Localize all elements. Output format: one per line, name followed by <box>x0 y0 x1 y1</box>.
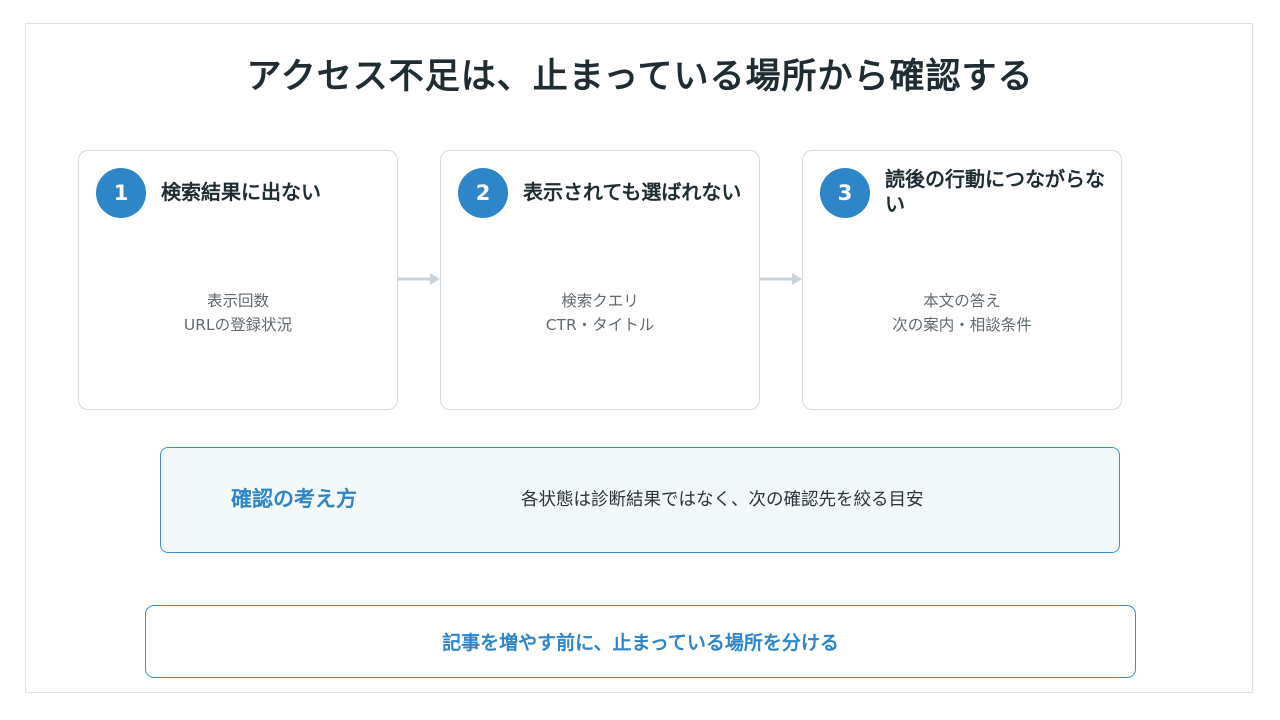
page-title: アクセス不足は、止まっている場所から確認する <box>246 57 1034 97</box>
step-description: 表示回数 URLの登録状況 <box>79 289 397 337</box>
note-box: 確認の考え方 各状態は診断結果ではなく、次の確認先を絞る目安 <box>160 447 1120 553</box>
arrow-right-icon <box>398 273 440 285</box>
step-detail-line: 検索クエリ <box>561 292 639 310</box>
step-detail-line: 次の案内・相談条件 <box>892 316 1032 334</box>
step-detail-line: 本文の答え <box>923 292 1001 310</box>
step-number-badge: 1 <box>96 168 146 218</box>
note-label: 確認の考え方 <box>231 487 357 511</box>
step-card-2: 2 表示されても選ばれない 検索クエリ CTR・タイトル <box>440 150 760 410</box>
arrow-right-icon <box>760 273 802 285</box>
note-text: 各状態は診断結果ではなく、次の確認先を絞る目安 <box>521 490 924 510</box>
step-title: 読後の行動につながらない <box>885 167 1105 216</box>
step-number-badge: 3 <box>820 168 870 218</box>
summary-text: 記事を増やす前に、止まっている場所を分ける <box>442 632 839 654</box>
step-detail-line: CTR・タイトル <box>545 316 655 334</box>
step-number-badge: 2 <box>458 168 508 218</box>
step-detail-line: 表示回数 <box>206 292 269 310</box>
step-description: 検索クエリ CTR・タイトル <box>441 289 759 337</box>
step-card-3: 3 読後の行動につながらない 本文の答え 次の案内・相談条件 <box>802 150 1122 410</box>
step-description: 本文の答え 次の案内・相談条件 <box>803 289 1121 337</box>
summary-box: 記事を増やす前に、止まっている場所を分ける <box>145 605 1136 678</box>
step-title: 検索結果に出ない <box>161 179 321 204</box>
step-detail-line: URLの登録状況 <box>183 316 293 334</box>
step-card-1: 1 検索結果に出ない 表示回数 URLの登録状況 <box>78 150 398 410</box>
step-title: 表示されても選ばれない <box>523 179 742 204</box>
